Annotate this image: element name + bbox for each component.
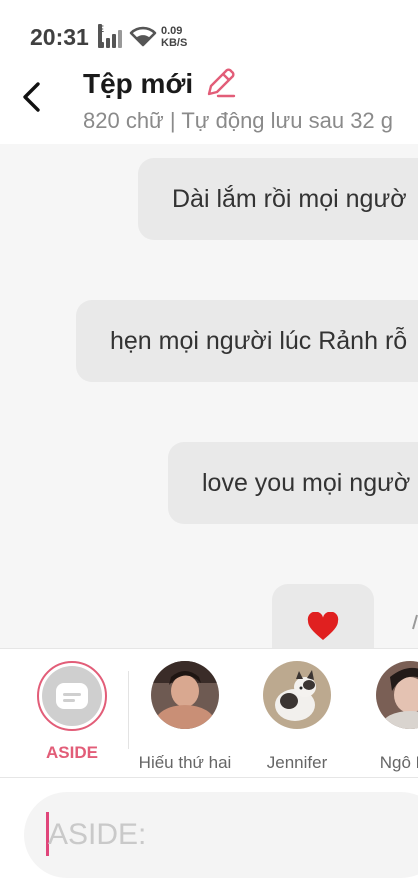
back-arrow-icon[interactable]: [18, 80, 46, 114]
speed-unit: KB/S: [161, 37, 188, 49]
heart-icon: [307, 612, 339, 640]
network-speed: 0.09 KB/S: [161, 25, 187, 49]
message-bubble[interactable]: hẹn mọi người lúc Rảnh rỗ: [76, 300, 418, 382]
character-name: Ngô Kiê: [379, 753, 418, 772]
input-placeholder: ASIDE:: [48, 818, 147, 851]
chat-area[interactable]: Dài lắm rồi mọi ngườ hẹn mọi người lúc R…: [0, 144, 418, 648]
composer-bar: ASIDE:: [0, 778, 418, 882]
divider: [128, 671, 129, 749]
chat-bubble-icon: [56, 683, 88, 709]
character-selector: ASIDE Hiếu thứ hai Jennifer Ngô: [0, 648, 418, 778]
edit-pencil-icon[interactable]: [203, 66, 237, 100]
character-name: ASIDE: [46, 743, 98, 762]
page-title: Tệp mới: [83, 68, 194, 99]
message-input[interactable]: ASIDE:: [24, 792, 418, 878]
signal-icon: E: [98, 24, 122, 48]
screen: 20:31 E 0.09 KB/S Tệp mới 820 chữ | Tự đ…: [0, 0, 418, 882]
app-header: Tệp mới 820 chữ | Tự động lưu sau 32 g: [0, 58, 418, 144]
avatar[interactable]: [376, 661, 418, 729]
word-count-autosave: 820 chữ | Tự động lưu sau 32 g: [83, 108, 394, 133]
status-bar: 20:31 E 0.09 KB/S: [0, 0, 418, 58]
message-status-icon: [412, 614, 418, 630]
avatar[interactable]: [263, 661, 331, 729]
status-time: 20:31: [30, 24, 89, 50]
message-bubble[interactable]: love you mọi ngườ: [168, 442, 418, 524]
message-bubble[interactable]: [272, 584, 374, 648]
character-name: Jennifer: [266, 753, 328, 772]
aside-avatar[interactable]: [37, 661, 107, 731]
speed-value: 0.09: [161, 25, 183, 37]
message-bubble[interactable]: Dài lắm rồi mọi ngườ: [138, 158, 418, 240]
wifi-icon: [129, 26, 157, 47]
character-name: Hiếu thứ hai: [138, 753, 232, 772]
avatar[interactable]: [151, 661, 219, 729]
